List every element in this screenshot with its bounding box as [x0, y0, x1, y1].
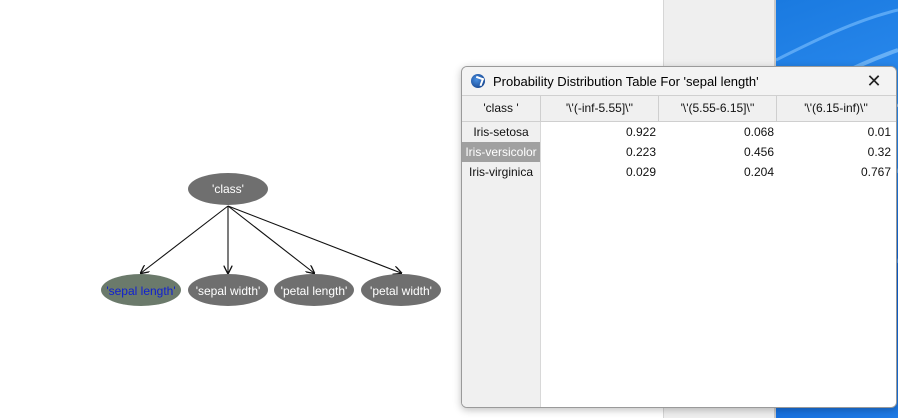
node-sepal-width-label: 'sepal width': [195, 284, 261, 298]
edge-class-sepal-length: [141, 205, 229, 273]
row-label-iris-versicolor[interactable]: Iris-versicolor: [462, 142, 540, 162]
node-class-label: 'class': [212, 182, 244, 196]
column-header[interactable]: '\'(6.15-inf)\'': [777, 96, 895, 121]
table-cell[interactable]: 0.32: [777, 142, 891, 162]
table-cell[interactable]: 0.01: [777, 122, 891, 142]
column-header[interactable]: '\'(-inf-5.55]\'': [541, 96, 659, 121]
java-app-icon: [471, 74, 485, 88]
table-cell[interactable]: 0.068: [659, 122, 774, 142]
probability-table-dialog: Probability Distribution Table For 'sepa…: [461, 66, 897, 408]
corner-header[interactable]: 'class ': [462, 96, 541, 121]
edge-class-petal-width: [227, 205, 401, 273]
table-cell[interactable]: 0.922: [541, 122, 656, 142]
table-cell[interactable]: 0.767: [777, 162, 891, 182]
edge-class-petal-length: [227, 205, 314, 273]
node-sepal-length-label: 'sepal length': [106, 284, 176, 298]
column-header[interactable]: '\'(5.55-6.15]\'': [659, 96, 777, 121]
bayes-network-graph: [101, 173, 441, 306]
dialog-title: Probability Distribution Table For 'sepa…: [493, 74, 759, 89]
probability-table: 'class ' '\'(-inf-5.55]\'' '\'(5.55-6.15…: [462, 95, 896, 407]
node-petal-width-label: 'petal width': [370, 284, 432, 298]
table-cell[interactable]: 0.204: [659, 162, 774, 182]
table-cell[interactable]: 0.029: [541, 162, 656, 182]
row-label-iris-setosa[interactable]: Iris-setosa: [462, 122, 540, 142]
table-cell[interactable]: 0.223: [541, 142, 656, 162]
table-cell[interactable]: 0.456: [659, 142, 774, 162]
row-label-iris-virginica[interactable]: Iris-virginica: [462, 162, 540, 182]
table-header-row: 'class ' '\'(-inf-5.55]\'' '\'(5.55-6.15…: [462, 96, 896, 122]
node-petal-length-label: 'petal length': [280, 284, 348, 298]
dialog-titlebar[interactable]: Probability Distribution Table For 'sepa…: [462, 67, 896, 95]
close-button[interactable]: ✕: [852, 67, 896, 95]
